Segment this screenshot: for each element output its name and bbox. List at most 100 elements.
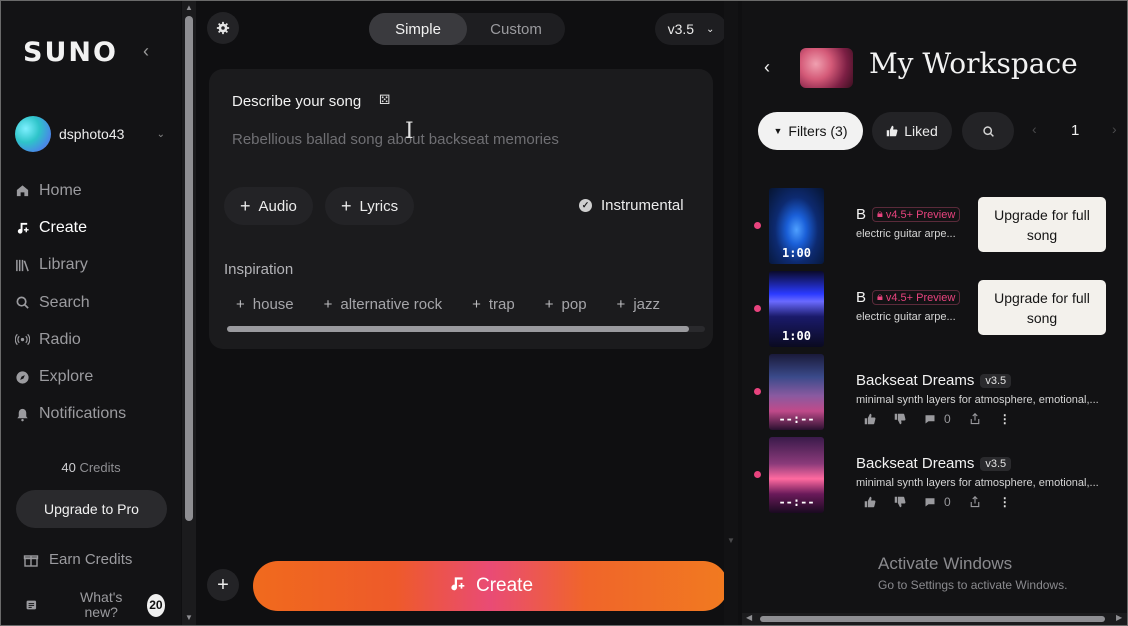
song-cover[interactable]: 1:00: [769, 271, 824, 347]
settings-button[interactable]: [207, 12, 239, 44]
tag-chip[interactable]: + jazz: [617, 296, 660, 313]
workspace-scrollbar-thumb[interactable]: [760, 616, 1105, 622]
back-arrow-icon[interactable]: ‹: [764, 57, 770, 78]
dice-icon[interactable]: ⚄: [379, 92, 390, 108]
add-button[interactable]: +: [207, 569, 239, 601]
more-options-icon[interactable]: ⋮: [999, 495, 1011, 509]
instrumental-toggle[interactable]: ✓ Instrumental: [579, 197, 684, 214]
earn-credits-link[interactable]: Earn Credits: [23, 551, 132, 568]
mode-simple-tab[interactable]: Simple: [369, 13, 467, 45]
song-title[interactable]: B: [856, 289, 866, 306]
audio-label: Audio: [258, 197, 297, 215]
create-button[interactable]: Create: [253, 561, 728, 611]
upgrade-full-song-button[interactable]: Upgrade for full song: [978, 280, 1106, 335]
tag-chip[interactable]: + trap: [472, 296, 515, 313]
share-icon[interactable]: [969, 413, 981, 425]
add-lyrics-button[interactable]: + Lyrics: [325, 187, 415, 225]
sidebar-item-create[interactable]: Create: [15, 209, 175, 246]
workspace-search-button[interactable]: [962, 112, 1014, 150]
tag-label: house: [252, 296, 294, 313]
thumbs-down-icon[interactable]: [894, 413, 906, 425]
song-cover[interactable]: --:--: [769, 437, 824, 513]
tag-chip[interactable]: + pop: [545, 296, 587, 313]
song-item[interactable]: --:-- Backseat Dreams v3.5 minimal synth…: [752, 354, 1122, 434]
tags-scrollbar[interactable]: [227, 326, 705, 332]
song-title-row: B 🔒︎ v4.5+ Preview: [856, 206, 961, 223]
upgrade-full-song-button[interactable]: Upgrade for full song: [978, 197, 1106, 252]
comment-count: 0: [944, 412, 951, 426]
song-description: minimal synth layers for atmosphere, emo…: [856, 394, 1099, 406]
plus-icon: +: [240, 195, 251, 216]
sidebar-item-radio[interactable]: Radio: [15, 321, 175, 358]
song-description: electric guitar arpe...: [856, 228, 956, 240]
suno-logo[interactable]: SUNO: [23, 37, 118, 68]
thumbs-down-icon[interactable]: [894, 496, 906, 508]
liked-button[interactable]: Liked: [872, 112, 952, 150]
thumbs-up-icon[interactable]: [864, 496, 876, 508]
sidebar-item-library[interactable]: Library: [15, 247, 175, 284]
scroll-right-icon[interactable]: ▶: [1116, 613, 1122, 622]
collapse-sidebar-icon[interactable]: ‹: [143, 41, 157, 63]
thumbs-up-icon[interactable]: [864, 413, 876, 425]
whats-new-link[interactable]: What's new? 20: [25, 590, 166, 620]
comment-count: 0: [944, 495, 951, 509]
version-badge: v3.5: [980, 373, 1012, 388]
gift-icon: [23, 554, 39, 567]
sidebar-item-notifications[interactable]: Notifications: [15, 396, 175, 433]
song-title-row: Backseat Dreams v3.5: [856, 455, 1012, 472]
song-actions: 0 ⋮: [864, 495, 1011, 509]
check-icon: ✓: [579, 199, 592, 212]
song-title-row: B 🔒︎ v4.5+ Preview: [856, 289, 961, 306]
mode-custom-tab[interactable]: Custom: [467, 13, 565, 45]
describe-title: Describe your song: [232, 93, 362, 110]
version-select[interactable]: v3.5 ⌄: [655, 13, 727, 45]
song-prompt-input[interactable]: Rebellious ballad song about backseat me…: [232, 131, 559, 148]
song-title[interactable]: B: [856, 206, 866, 223]
earn-credits-label: Earn Credits: [49, 551, 133, 568]
song-title-row: Backseat Dreams v3.5: [856, 372, 1012, 389]
song-item[interactable]: --:-- Backseat Dreams v3.5 minimal synth…: [752, 437, 1122, 517]
tag-chip[interactable]: + alternative rock: [324, 296, 442, 313]
tag-chip[interactable]: + house: [236, 296, 294, 313]
comments-button[interactable]: 0: [924, 412, 951, 426]
song-item[interactable]: 1:00 B 🔒︎ v4.5+ Preview electric guitar a…: [752, 188, 1122, 268]
song-title[interactable]: Backseat Dreams: [856, 455, 974, 472]
song-item[interactable]: 1:00 B 🔒︎ v4.5+ Preview electric guitar a…: [752, 271, 1122, 351]
activate-windows-watermark: Activate Windows Go to Settings to activ…: [878, 554, 1067, 592]
song-duration: --:--: [778, 412, 815, 426]
filter-icon: ▼: [773, 126, 783, 136]
sidebar-item-search[interactable]: Search: [15, 284, 175, 321]
sidebar-item-label: Notifications: [39, 405, 127, 423]
scroll-down-icon[interactable]: ▼: [727, 536, 735, 545]
gear-icon: [216, 21, 230, 35]
create-scrollbar[interactable]: ▼: [724, 1, 738, 625]
comments-button[interactable]: 0: [924, 495, 951, 509]
add-audio-button[interactable]: + Audio: [224, 187, 313, 225]
avatar: [15, 116, 51, 152]
activate-subtitle: Go to Settings to activate Windows.: [878, 578, 1068, 592]
song-cover[interactable]: 1:00: [769, 188, 824, 264]
song-cover[interactable]: --:--: [769, 354, 824, 430]
filters-button[interactable]: ▼ Filters (3): [758, 112, 863, 150]
filters-label: Filters (3): [788, 123, 848, 139]
sidebar-scrollbar-thumb[interactable]: [185, 16, 193, 521]
upgrade-to-pro-button[interactable]: Upgrade to Pro: [16, 490, 167, 528]
more-options-icon[interactable]: ⋮: [999, 412, 1011, 426]
share-icon[interactable]: [969, 496, 981, 508]
version-value: v3.5: [667, 21, 695, 37]
scroll-up-icon[interactable]: ▲: [185, 3, 193, 12]
user-menu[interactable]: dsphoto43 ⌄: [15, 116, 165, 152]
sidebar-item-home[interactable]: Home: [15, 172, 175, 209]
sidebar-scrollbar[interactable]: ▲ ▼: [182, 1, 196, 625]
page-prev-icon[interactable]: ‹: [1032, 121, 1037, 137]
mode-toggle: Simple Custom: [369, 13, 565, 45]
page-next-icon[interactable]: ›: [1112, 121, 1117, 137]
scroll-left-icon[interactable]: ◀: [746, 613, 752, 622]
credits-label: Credits: [79, 460, 121, 475]
workspace-horizontal-scrollbar[interactable]: ◀ ▶: [742, 613, 1127, 625]
tags-scrollbar-thumb[interactable]: [227, 326, 689, 332]
sidebar-item-explore[interactable]: Explore: [15, 358, 175, 395]
song-title[interactable]: Backseat Dreams: [856, 372, 974, 389]
username: dsphoto43: [59, 126, 125, 142]
scroll-down-icon[interactable]: ▼: [185, 613, 193, 622]
